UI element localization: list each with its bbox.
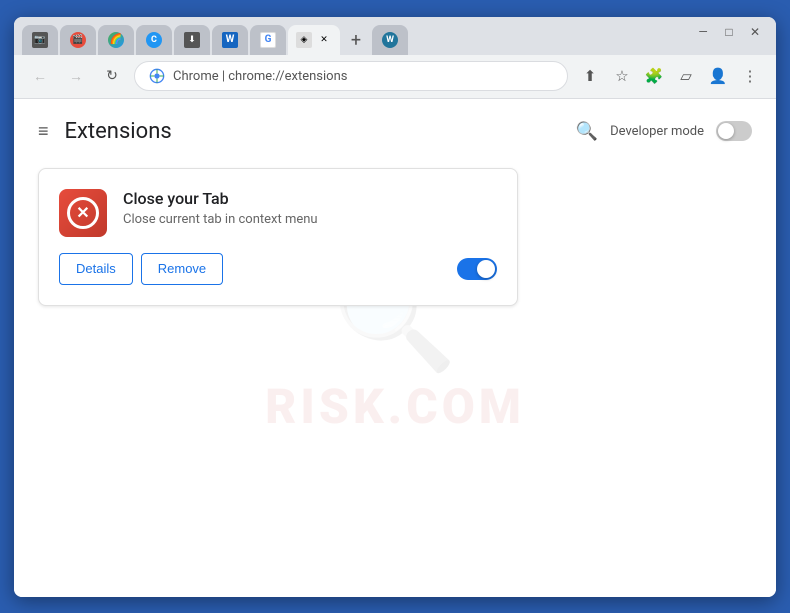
watermark-text: RISK.COM: [265, 378, 525, 435]
extension-icon: ✕: [59, 189, 107, 237]
title-bar: ⌄ 📷 🎬 🌈 C ⬇ W: [14, 17, 776, 55]
address-bar: ← → ↻ Chrome | chrome://extensions ⬆ ☆ 🧩…: [14, 55, 776, 99]
tab-favicon-7: G: [260, 32, 276, 48]
new-tab-button[interactable]: +: [342, 27, 370, 55]
extensions-button[interactable]: 🧩: [640, 62, 668, 90]
tab-list: 📷 🎬 🌈 C ⬇ W G: [22, 25, 768, 55]
browser-tab-9[interactable]: W: [372, 25, 408, 55]
address-text: Chrome | chrome://extensions: [173, 69, 347, 84]
ext-header-right: 🔍 Developer mode: [576, 121, 752, 142]
profile-button[interactable]: 👤: [704, 62, 732, 90]
close-button[interactable]: ✕: [746, 23, 764, 41]
search-icon[interactable]: 🔍: [576, 121, 598, 142]
tab-close-8[interactable]: ✕: [316, 32, 332, 48]
extensions-page: 🔍 RISK.COM ≡ Extensions 🔍 Developer mode: [14, 99, 776, 597]
tab-favicon-8: ◈: [296, 32, 312, 48]
page-content: 🔍 RISK.COM ≡ Extensions 🔍 Developer mode: [14, 99, 776, 597]
extension-icon-x: ✕: [67, 197, 99, 229]
window-controls: — □ ✕: [694, 23, 764, 41]
developer-mode-label: Developer mode: [610, 124, 704, 139]
extension-info: Close your Tab Close current tab in cont…: [123, 189, 497, 227]
reload-button[interactable]: ↻: [98, 62, 126, 90]
browser-tab-4[interactable]: C: [136, 25, 172, 55]
tab-favicon-5: ⬇: [184, 32, 200, 48]
tab-favicon-4: C: [146, 32, 162, 48]
browser-tab-2[interactable]: 🎬: [60, 25, 96, 55]
browser-tab-5[interactable]: ⬇: [174, 25, 210, 55]
forward-button[interactable]: →: [62, 62, 90, 90]
browser-window: ⌄ 📷 🎬 🌈 C ⬇ W: [14, 17, 776, 597]
tab-favicon-9: W: [382, 32, 398, 48]
tab-favicon-3: 🌈: [108, 32, 124, 48]
card-buttons: Details Remove: [59, 253, 223, 285]
card-actions: Details Remove: [59, 253, 497, 285]
remove-button[interactable]: Remove: [141, 253, 223, 285]
toolbar-right: ⬆ ☆ 🧩 ▱ 👤 ⋮: [576, 62, 764, 90]
maximize-button[interactable]: □: [720, 23, 738, 41]
hamburger-menu[interactable]: ≡: [38, 121, 49, 142]
extension-name: Close your Tab: [123, 189, 497, 208]
details-button[interactable]: Details: [59, 253, 133, 285]
back-button[interactable]: ←: [26, 62, 54, 90]
address-input[interactable]: Chrome | chrome://extensions: [134, 61, 568, 91]
browser-tab-1[interactable]: 📷: [22, 25, 58, 55]
minimize-button[interactable]: —: [694, 23, 712, 41]
extension-description: Close current tab in context menu: [123, 212, 497, 227]
share-button[interactable]: ⬆: [576, 62, 604, 90]
browser-tab-6[interactable]: W: [212, 25, 248, 55]
tab-favicon-6: W: [222, 32, 238, 48]
chrome-favicon: [149, 68, 165, 84]
extension-toggle[interactable]: [457, 258, 497, 280]
extensions-header: ≡ Extensions 🔍 Developer mode: [38, 119, 752, 144]
tab-favicon-2: 🎬: [70, 32, 86, 48]
tab-favicon-1: 📷: [32, 32, 48, 48]
sidebar-button[interactable]: ▱: [672, 62, 700, 90]
ext-header-left: ≡ Extensions: [38, 119, 172, 144]
card-top: ✕ Close your Tab Close current tab in co…: [59, 189, 497, 237]
developer-mode-toggle[interactable]: [716, 121, 752, 141]
browser-tab-7[interactable]: G: [250, 25, 286, 55]
menu-button[interactable]: ⋮: [736, 62, 764, 90]
bookmark-button[interactable]: ☆: [608, 62, 636, 90]
page-title: Extensions: [65, 119, 172, 144]
extension-card: ✕ Close your Tab Close current tab in co…: [38, 168, 518, 306]
browser-tab-8[interactable]: ◈ ✕: [288, 25, 340, 55]
browser-tab-3[interactable]: 🌈: [98, 25, 134, 55]
